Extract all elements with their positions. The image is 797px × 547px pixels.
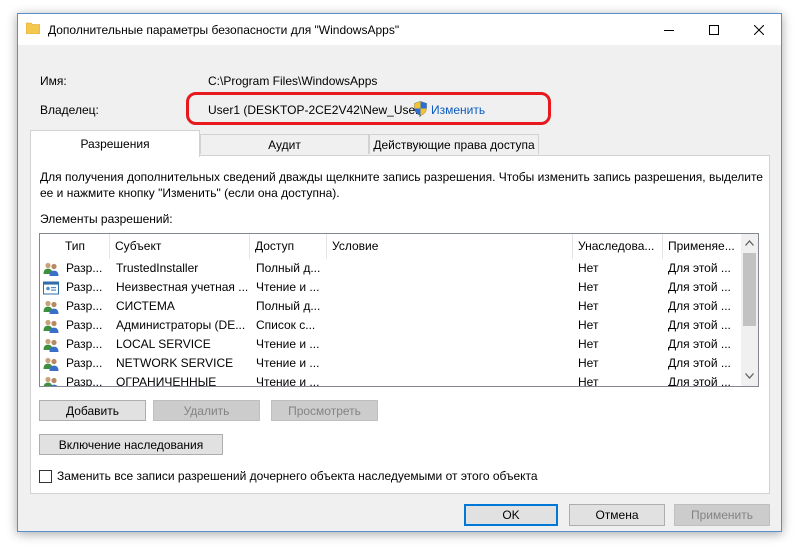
permission-entries-list[interactable]: Тип Субъект Доступ Условие Унаследова...… (39, 233, 759, 387)
tab-permissions[interactable]: Разрешения (30, 130, 200, 157)
cell-condition (332, 335, 572, 354)
cell-inherited: Нет (578, 356, 599, 370)
cell-condition (332, 373, 572, 386)
owner-highlight-frame (186, 92, 551, 125)
cell-access: Полный д... (256, 299, 321, 313)
scroll-up-arrow-icon[interactable] (745, 240, 754, 246)
folder-icon (26, 22, 40, 34)
cell-inherited: Нет (578, 375, 599, 387)
table-row[interactable]: Разр... СИСТЕМА Полный д... Нет Для этой ... (40, 297, 740, 316)
table-row[interactable]: Разр... NETWORK SERVICE Чтение и ... Нет Для… (40, 354, 740, 373)
cell-type: Разр... (66, 318, 103, 332)
scroll-down-arrow-icon[interactable] (745, 373, 754, 379)
cell-applies: Для этой ... (668, 261, 731, 275)
replace-child-permissions-label: Заменить все записи разрешений дочернего… (57, 469, 538, 483)
cell-inherited: Нет (578, 280, 599, 294)
maximize-icon (709, 24, 719, 35)
users-icon (43, 299, 59, 315)
table-row[interactable]: Разр... Администраторы (DE... Список с... Н… (40, 316, 740, 335)
cell-inherited: Нет (578, 337, 599, 351)
apply-button[interactable]: Применить (674, 504, 770, 526)
cancel-button[interactable]: Отмена (569, 504, 665, 526)
cell-applies: Для этой ... (668, 356, 731, 370)
cell-type: Разр... (66, 261, 103, 275)
column-header-applies[interactable]: Применяе... (663, 234, 743, 259)
column-header-condition[interactable]: Условие (327, 234, 573, 259)
users-icon (43, 356, 59, 372)
owner-label: Владелец: (40, 103, 99, 117)
minimize-button[interactable] (646, 14, 692, 45)
tab-label: Разрешения (80, 137, 150, 151)
add-button[interactable]: Добавить (39, 400, 146, 421)
cell-condition (332, 354, 572, 373)
cell-condition (332, 278, 572, 297)
close-icon (754, 24, 764, 35)
users-icon (43, 337, 59, 353)
cell-applies: Для этой ... (668, 299, 731, 313)
users-icon (43, 261, 59, 277)
cell-subject: Неизвестная учетная ... (116, 280, 249, 294)
view-button[interactable]: Просмотреть (271, 400, 378, 421)
tab-audit[interactable]: Аудит (200, 134, 369, 154)
cell-access: Полный д... (256, 261, 321, 275)
table-row[interactable]: Разр... Неизвестная учетная ... Чтение и .… (40, 278, 740, 297)
users-icon (43, 375, 59, 386)
column-header-inherited[interactable]: Унаследова... (573, 234, 663, 259)
vertical-scrollbar[interactable] (741, 234, 758, 386)
cell-access: Чтение и ... (256, 280, 320, 294)
remove-button[interactable]: Удалить (153, 400, 260, 421)
cell-subject: NETWORK SERVICE (116, 356, 234, 370)
cell-type: Разр... (66, 299, 103, 313)
maximize-button[interactable] (691, 14, 737, 45)
name-label: Имя: (40, 74, 67, 88)
enable-inheritance-button[interactable]: Включение наследования (39, 434, 223, 455)
description-text: Для получения дополнительных сведений дв… (40, 170, 763, 184)
cell-type: Разр... (66, 337, 103, 351)
column-header-type[interactable]: Тип (60, 234, 110, 259)
cell-subject: LOCAL SERVICE (116, 337, 211, 351)
ok-button[interactable]: OK (464, 504, 558, 526)
table-row[interactable]: Разр... LOCAL SERVICE Чтение и ... Нет Для э… (40, 335, 740, 354)
cell-access: Чтение и ... (256, 375, 320, 387)
scroll-thumb[interactable] (743, 253, 756, 326)
cell-subject: ОГРАНИЧЕННЫЕ (116, 375, 217, 387)
cell-condition (332, 259, 572, 278)
cell-type: Разр... (66, 356, 103, 370)
cell-inherited: Нет (578, 299, 599, 313)
cell-access: Список с... (256, 318, 316, 332)
cell-access: Чтение и ... (256, 356, 320, 370)
users-icon (43, 318, 59, 334)
cell-type: Разр... (66, 280, 103, 294)
security-dialog: Дополнительные параметры безопасности дл… (17, 13, 782, 532)
cell-subject: TrustedInstaller (116, 261, 199, 275)
cell-applies: Для этой ... (668, 375, 731, 387)
table-row[interactable]: Разр... ОГРАНИЧЕННЫЕ Чтение и ... Нет Для эт… (40, 373, 740, 387)
cell-applies: Для этой ... (668, 337, 731, 351)
cell-access: Чтение и ... (256, 337, 320, 351)
cell-subject: СИСТЕМА (116, 299, 175, 313)
cell-type: Разр... (66, 375, 103, 387)
name-value: C:\Program Files\WindowsApps (208, 74, 378, 88)
tab-label: Действующие права доступа (373, 137, 535, 152)
cell-applies: Для этой ... (668, 280, 731, 294)
column-header-access[interactable]: Доступ (250, 234, 327, 259)
window-title: Дополнительные параметры безопасности дл… (48, 23, 400, 37)
cell-inherited: Нет (578, 261, 599, 275)
cell-condition (332, 297, 572, 316)
permission-entries-label: Элементы разрешений: (40, 212, 173, 226)
column-header-subject[interactable]: Субъект (110, 234, 250, 259)
cell-applies: Для этой ... (668, 318, 731, 332)
minimize-icon (664, 29, 674, 31)
replace-child-permissions-checkbox[interactable] (39, 470, 52, 483)
cell-inherited: Нет (578, 318, 599, 332)
table-row[interactable]: Разр... TrustedInstaller Полный д... Нет Для… (40, 259, 740, 278)
tab-label: Аудит (268, 137, 301, 152)
cell-condition (332, 316, 572, 335)
description-text-2: ее и нажмите кнопку "Изменить" (если она… (40, 186, 340, 200)
cell-subject: Администраторы (DE... (116, 318, 246, 332)
close-button[interactable] (736, 14, 782, 45)
tab-effective-access[interactable]: Действующие права доступа (369, 134, 539, 154)
title-bar[interactable]: Дополнительные параметры безопасности дл… (18, 14, 781, 45)
unknown-account-icon (43, 280, 59, 296)
